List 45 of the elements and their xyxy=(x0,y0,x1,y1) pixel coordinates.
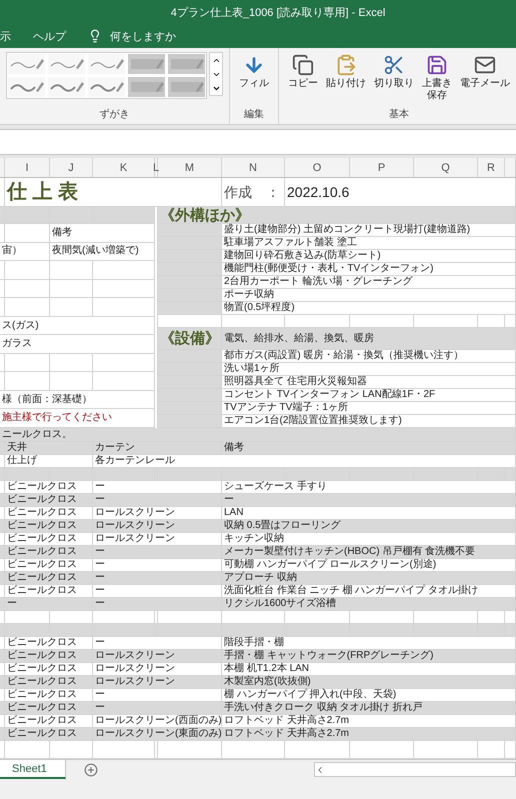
pen-swatch[interactable] xyxy=(48,54,85,74)
group-label: ずがき xyxy=(100,108,130,122)
group-label: 編集 xyxy=(244,108,264,122)
pen-swatch[interactable] xyxy=(48,77,85,97)
copy-button[interactable]: コピー xyxy=(285,52,321,92)
cut-button[interactable]: 切り取り xyxy=(371,52,417,92)
horizontal-scrollbar[interactable] xyxy=(314,762,516,777)
save-icon xyxy=(426,54,448,76)
mail-button[interactable]: 電子メール xyxy=(457,52,513,92)
highlighter-swatch[interactable] xyxy=(128,54,165,74)
lightbulb-icon xyxy=(88,29,102,43)
window-title: 4プラン仕上表_1006 [読み取り専用] - Excel xyxy=(170,6,386,20)
column-header[interactable]: I xyxy=(5,158,50,177)
mail-icon xyxy=(474,54,496,76)
column-header[interactable]: K xyxy=(93,158,155,177)
empty-cell[interactable] xyxy=(0,261,5,280)
tell-me-field[interactable]: 何をしますか xyxy=(110,28,176,44)
pen-swatch[interactable] xyxy=(88,77,125,97)
pen-swatch[interactable] xyxy=(8,54,45,74)
column-header[interactable]: M xyxy=(158,158,222,177)
column-header[interactable]: P xyxy=(350,158,414,177)
menu-tab[interactable]: ヘルプ xyxy=(33,28,66,44)
column-header[interactable]: L xyxy=(155,158,158,177)
pen-swatch[interactable] xyxy=(8,77,45,97)
column-header[interactable]: Q xyxy=(414,158,478,177)
cut-icon xyxy=(383,54,405,76)
paste-icon xyxy=(335,54,357,76)
add-sheet-icon[interactable] xyxy=(84,762,98,776)
pen-swatch[interactable] xyxy=(88,54,125,74)
highlighter-swatch[interactable] xyxy=(168,54,205,74)
highlighter-swatch[interactable] xyxy=(128,77,165,97)
column-header[interactable]: J xyxy=(50,158,93,177)
formula-bar[interactable] xyxy=(0,128,516,154)
copy-icon xyxy=(292,54,314,76)
fill-button[interactable]: フィル xyxy=(236,52,272,92)
column-header[interactable]: R xyxy=(478,158,505,177)
fill-down-icon xyxy=(243,54,265,76)
column-header[interactable]: O xyxy=(285,158,350,177)
highlighter-swatch[interactable] xyxy=(168,77,205,97)
paste-button[interactable]: 貼り付け xyxy=(323,52,369,92)
save-button[interactable]: 上書き保存 xyxy=(419,52,455,103)
column-header[interactable]: N xyxy=(222,158,285,177)
group-label: 基本 xyxy=(389,108,409,122)
menu-tab[interactable]: 示 xyxy=(0,28,11,44)
sheet-tab[interactable]: Sheet1 xyxy=(0,760,66,779)
